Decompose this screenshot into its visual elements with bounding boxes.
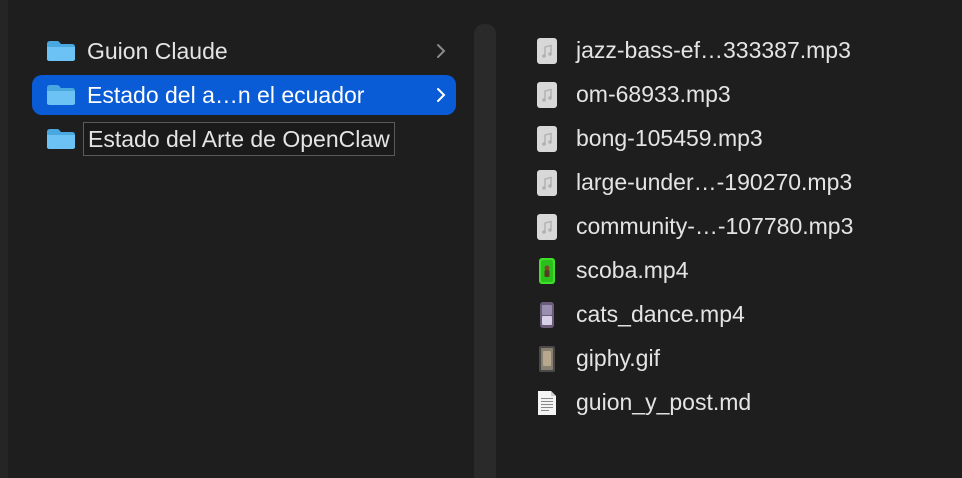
file-name: guion_y_post.md bbox=[576, 389, 752, 415]
folder-label: Guion Claude bbox=[87, 38, 228, 64]
file-row[interactable]: scoba.mp4 bbox=[536, 251, 956, 291]
chevron-right-icon bbox=[437, 44, 446, 58]
file-name: giphy.gif bbox=[576, 345, 660, 371]
file-name: cats_dance.mp4 bbox=[576, 301, 745, 327]
folder-icon bbox=[47, 129, 75, 149]
file-name: bong-105459.mp3 bbox=[576, 125, 763, 151]
folder-label: Estado del a…n el ecuador bbox=[87, 82, 365, 108]
audio-file-icon bbox=[537, 170, 557, 196]
file-name: community-…-107780.mp3 bbox=[576, 213, 854, 239]
folder-icon bbox=[47, 85, 75, 105]
folder-rename-field[interactable]: Estado del Arte de OpenClaw bbox=[83, 122, 395, 156]
file-name: large-under…-190270.mp3 bbox=[576, 169, 853, 195]
audio-file-icon bbox=[537, 214, 557, 240]
file-row[interactable]: giphy.gif bbox=[536, 339, 956, 379]
text-document-icon bbox=[538, 391, 556, 415]
audio-file-icon bbox=[537, 38, 557, 64]
folder-row-estado-ecuador[interactable]: Estado del a…n el ecuador bbox=[32, 75, 456, 115]
file-row[interactable]: community-…-107780.mp3 bbox=[536, 207, 956, 247]
file-name: scoba.mp4 bbox=[576, 257, 689, 283]
folder-row-estado-openclaw[interactable]: Estado del Arte de OpenClaw bbox=[32, 119, 456, 159]
column-edge bbox=[0, 0, 8, 478]
folder-row-guion-claude[interactable]: Guion Claude bbox=[32, 31, 456, 71]
video-thumbnail-icon bbox=[539, 258, 555, 284]
file-row[interactable]: cats_dance.mp4 bbox=[536, 295, 956, 335]
gif-thumbnail-icon bbox=[539, 346, 555, 372]
file-name: jazz-bass-ef…333387.mp3 bbox=[576, 37, 851, 63]
file-row[interactable]: large-under…-190270.mp3 bbox=[536, 163, 956, 203]
file-row[interactable]: bong-105459.mp3 bbox=[536, 119, 956, 159]
folder-icon bbox=[47, 41, 75, 61]
file-row[interactable]: guion_y_post.md bbox=[536, 383, 956, 423]
audio-file-icon bbox=[537, 82, 557, 108]
chevron-right-icon bbox=[437, 88, 446, 102]
video-thumbnail-icon bbox=[540, 302, 554, 328]
file-row[interactable]: jazz-bass-ef…333387.mp3 bbox=[536, 31, 956, 71]
folder-column: Guion Claude Estado del a…n el ecuador E… bbox=[8, 0, 468, 478]
audio-file-icon bbox=[537, 126, 557, 152]
file-row[interactable]: om-68933.mp3 bbox=[536, 75, 956, 115]
file-column: jazz-bass-ef…333387.mp3 om-68933.mp3 bon… bbox=[496, 0, 962, 478]
column-divider[interactable] bbox=[474, 24, 496, 478]
file-name: om-68933.mp3 bbox=[576, 81, 731, 107]
